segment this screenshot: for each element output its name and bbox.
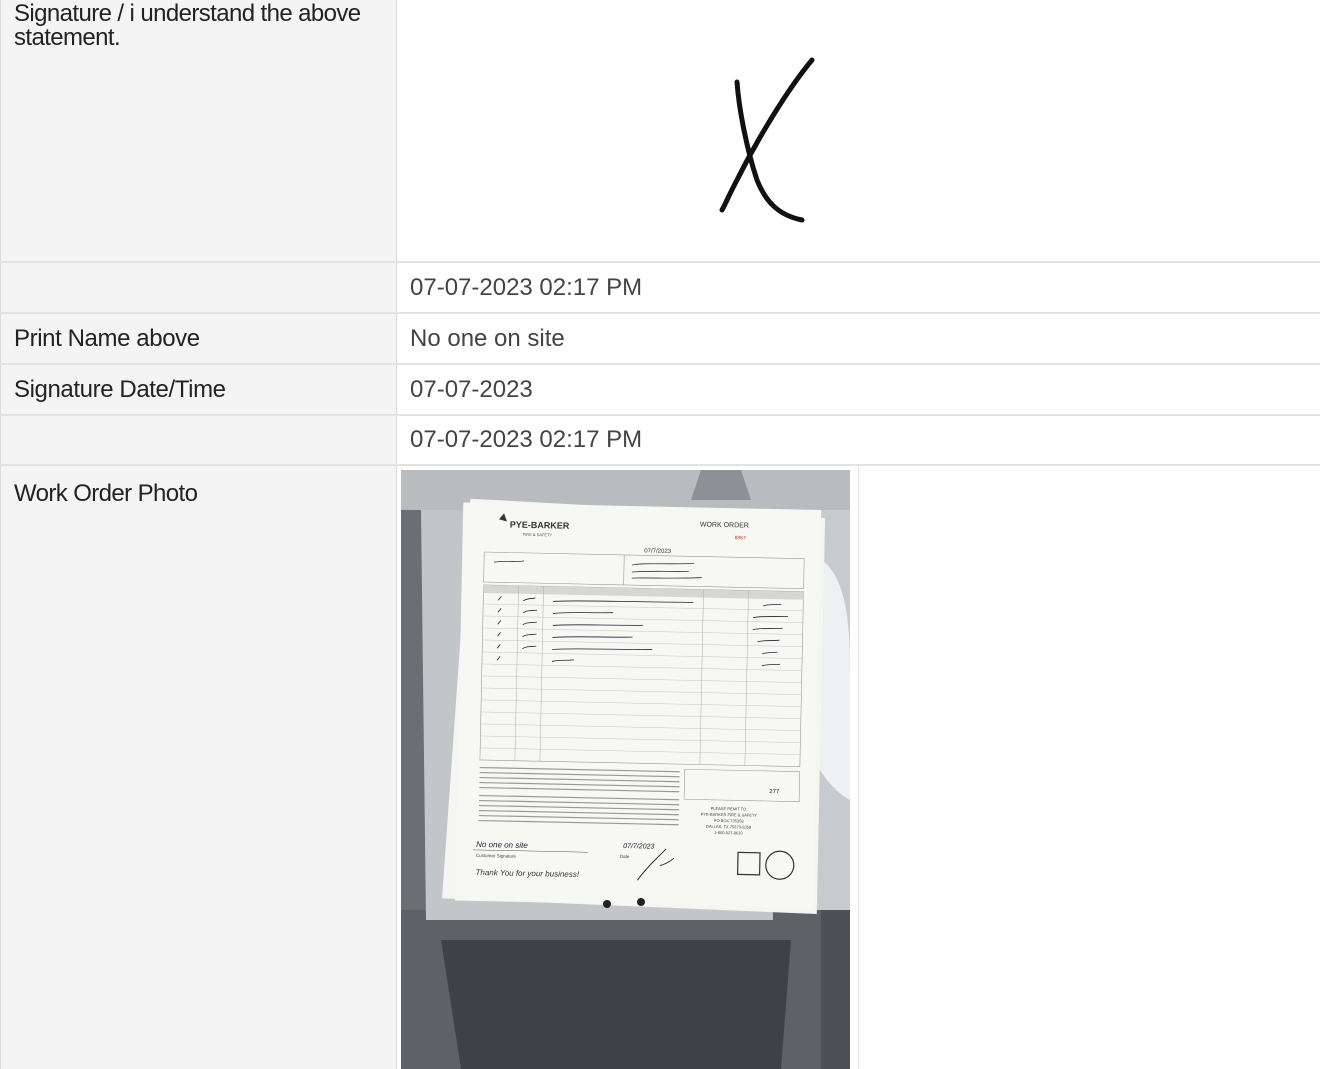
photo-remit-2: PO BOX 735358 <box>714 818 745 824</box>
photo-remit-3: DALLAS, TX 75373-5358 <box>706 824 752 830</box>
signature-date-value: 07-07-2023 <box>397 365 1320 414</box>
photo-customer-signature-label: Customer Signature <box>476 853 517 859</box>
work-order-photo-label: Work Order Photo <box>0 466 397 1069</box>
handwritten-signature-x <box>719 57 815 223</box>
print-name-value: No one on site <box>397 314 1320 363</box>
signature-timestamp-row: 07-07-2023 02:17 PM <box>0 263 1320 314</box>
work-order-photo-row: Work Order Photo PYE-BARKER FIRE & SAFET… <box>0 466 1320 1069</box>
empty-label <box>0 263 397 312</box>
signature-label: Signature / i understand the above state… <box>0 0 397 261</box>
photo-signed-date: 07/7/2023 <box>623 843 654 851</box>
photo-company-sub: FIRE & SAFETY <box>523 532 553 538</box>
photo-remit-4: 1-800-027-8610 <box>714 830 743 836</box>
signature-report-table: Signature / i understand the above state… <box>0 0 1320 1069</box>
photo-doc-title: WORK ORDER <box>700 522 749 530</box>
print-name-row: Print Name above No one on site <box>0 314 1320 365</box>
work-order-photo-image: PYE-BARKER FIRE & SAFETY WORK ORDER 8967… <box>401 470 850 1069</box>
photo-date: 07/7/2023 <box>644 548 671 555</box>
signature-date-timestamp-row: 07-07-2023 02:17 PM <box>0 416 1320 466</box>
photo-company-name: PYE-BARKER <box>510 520 570 531</box>
work-order-photo-cell: PYE-BARKER FIRE & SAFETY WORK ORDER 8967… <box>397 466 1320 1069</box>
photo-order-number: 8967 <box>735 535 746 541</box>
signature-timestamp: 07-07-2023 02:17 PM <box>397 263 1320 312</box>
photo-cell-divider <box>858 466 859 1069</box>
photo-total: 277 <box>769 789 780 795</box>
signature-date-label: Signature Date/Time <box>0 365 397 414</box>
empty-label <box>0 416 397 464</box>
signature-date-row: Signature Date/Time 07-07-2023 <box>0 365 1320 416</box>
work-order-photo[interactable]: PYE-BARKER FIRE & SAFETY WORK ORDER 8967… <box>401 470 850 1069</box>
print-name-label: Print Name above <box>0 314 397 363</box>
signature-row: Signature / i understand the above state… <box>0 0 1320 263</box>
photo-customer-name: No one on site <box>476 840 528 850</box>
signature-date-timestamp: 07-07-2023 02:17 PM <box>397 416 1320 464</box>
photo-date-label: Date <box>620 854 630 859</box>
signature-value <box>397 0 1320 261</box>
photo-remit-0: PLEASE REMIT TO: <box>711 806 748 812</box>
